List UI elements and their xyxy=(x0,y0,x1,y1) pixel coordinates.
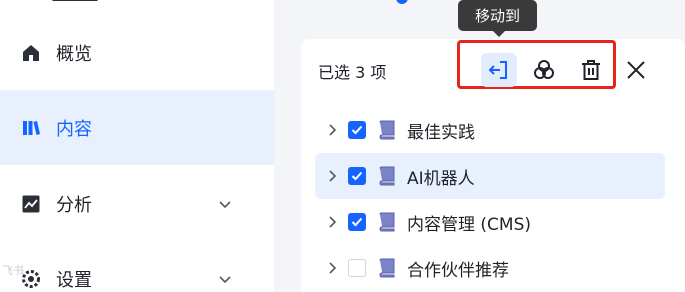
book-icon xyxy=(379,120,395,140)
sidebar-top-edge xyxy=(0,0,132,4)
tree-row[interactable]: AI机器人 xyxy=(315,153,665,199)
book-icon xyxy=(379,212,395,232)
chevron-right-icon[interactable] xyxy=(323,121,341,139)
watermark: 飞书 xyxy=(2,264,24,277)
move-to-icon xyxy=(488,61,507,79)
chart-icon xyxy=(20,193,42,215)
chevron-down-icon[interactable] xyxy=(216,270,234,288)
row-checkbox[interactable] xyxy=(348,167,366,185)
delete-button[interactable] xyxy=(573,53,609,87)
sidebar: 概览 内容 分析 设置 xyxy=(0,0,274,292)
row-checkbox[interactable] xyxy=(348,213,366,231)
move-to-button[interactable] xyxy=(481,53,517,87)
close-icon xyxy=(627,61,645,79)
chevron-right-icon[interactable] xyxy=(323,213,341,231)
trash-icon xyxy=(582,60,600,80)
row-title: 合作伙伴推荐 xyxy=(407,261,509,281)
tree-row[interactable]: 合作伙伴推荐 xyxy=(315,245,665,291)
sidebar-item-label: 设置 xyxy=(56,270,92,291)
library-icon xyxy=(20,117,42,139)
tooltip-arrow xyxy=(492,30,506,37)
book-icon xyxy=(379,258,395,278)
tree-row[interactable]: 内容管理 (CMS) xyxy=(315,199,665,245)
chevron-right-icon[interactable] xyxy=(323,167,341,185)
selection-count: 已选 3 项 xyxy=(318,63,387,82)
merge-icon xyxy=(534,60,554,79)
sidebar-item-analytics[interactable]: 分析 xyxy=(0,181,274,227)
sidebar-item-settings[interactable]: 设置 xyxy=(0,256,274,292)
row-title: 最佳实践 xyxy=(407,123,475,143)
row-checkbox[interactable] xyxy=(348,121,366,139)
row-title: AI机器人 xyxy=(407,169,475,189)
check-icon xyxy=(351,125,363,135)
check-icon xyxy=(351,217,363,227)
sidebar-item-overview[interactable]: 概览 xyxy=(0,30,274,76)
home-icon xyxy=(20,42,42,64)
chevron-down-icon[interactable] xyxy=(216,195,234,213)
sidebar-item-label: 内容 xyxy=(56,118,92,140)
chevron-right-icon[interactable] xyxy=(323,259,341,277)
row-title: 内容管理 (CMS) xyxy=(407,215,531,235)
book-icon xyxy=(379,166,395,186)
sidebar-item-content[interactable]: 内容 xyxy=(0,90,274,165)
sidebar-item-label: 分析 xyxy=(56,195,92,216)
tooltip: 移动到 xyxy=(458,0,537,31)
tree-row[interactable]: 最佳实践 xyxy=(315,107,665,153)
sidebar-item-label: 概览 xyxy=(56,44,92,65)
merge-button[interactable] xyxy=(526,53,562,87)
check-icon xyxy=(351,171,363,181)
close-selection-button[interactable] xyxy=(621,55,651,85)
row-checkbox[interactable] xyxy=(348,259,366,277)
